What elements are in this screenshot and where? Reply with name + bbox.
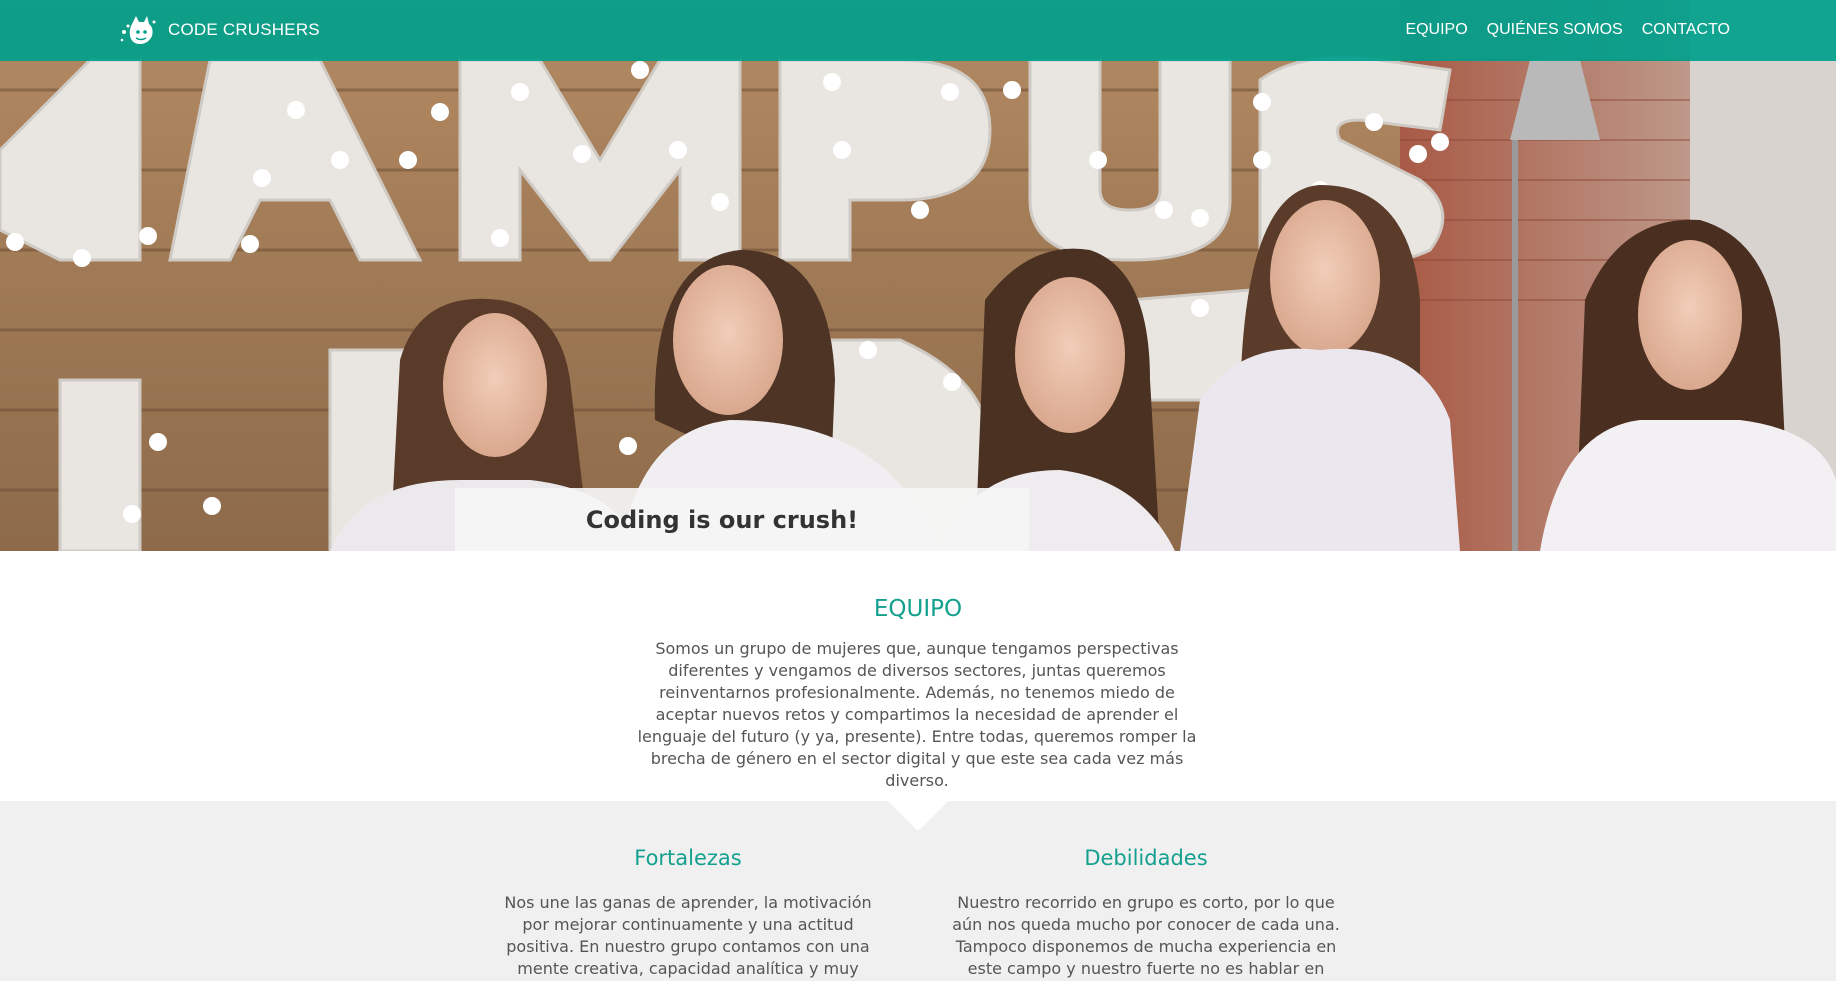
- team-section: EQUIPO Somos un grupo de mujeres que, au…: [0, 551, 1836, 801]
- strengths-title: Fortalezas: [634, 846, 742, 870]
- strengths-column: Fortalezas Nos une las ganas de aprender…: [498, 846, 878, 981]
- cat-paw-logo-icon: [120, 16, 156, 44]
- navbar: CODE CRUSHERS EQUIPO QUIÉNES SOMOS CONTA…: [0, 0, 1836, 61]
- brand-link[interactable]: CODE CRUSHERS: [120, 12, 320, 48]
- tagline-box: Coding is our crush!: [455, 488, 1029, 551]
- nav-links: EQUIPO QUIÉNES SOMOS CONTACTO: [1405, 18, 1730, 42]
- team-description: Somos un grupo de mujeres que, aunque te…: [637, 639, 1197, 790]
- nav-link-equipo[interactable]: EQUIPO: [1405, 18, 1467, 42]
- brand-name: CODE CRUSHERS: [168, 20, 320, 39]
- weaknesses-column: Debilidades Nuestro recorrido en grupo e…: [942, 846, 1350, 981]
- hero-photo: [0, 0, 1836, 551]
- weaknesses-title: Debilidades: [1084, 846, 1208, 870]
- team-photo: [0, 0, 1836, 551]
- strengths-text: Nos une las ganas de aprender, la motiva…: [504, 893, 872, 978]
- nav-link-contacto[interactable]: CONTACTO: [1642, 18, 1730, 42]
- team-title: EQUIPO: [873, 596, 963, 622]
- nav-link-quienes-somos[interactable]: QUIÉNES SOMOS: [1487, 18, 1623, 42]
- section-divider-arrow: [888, 801, 948, 831]
- weaknesses-text: Nuestro recorrido en grupo es corto, por…: [952, 893, 1340, 978]
- hero-tagline: Coding is our crush!: [585, 505, 859, 534]
